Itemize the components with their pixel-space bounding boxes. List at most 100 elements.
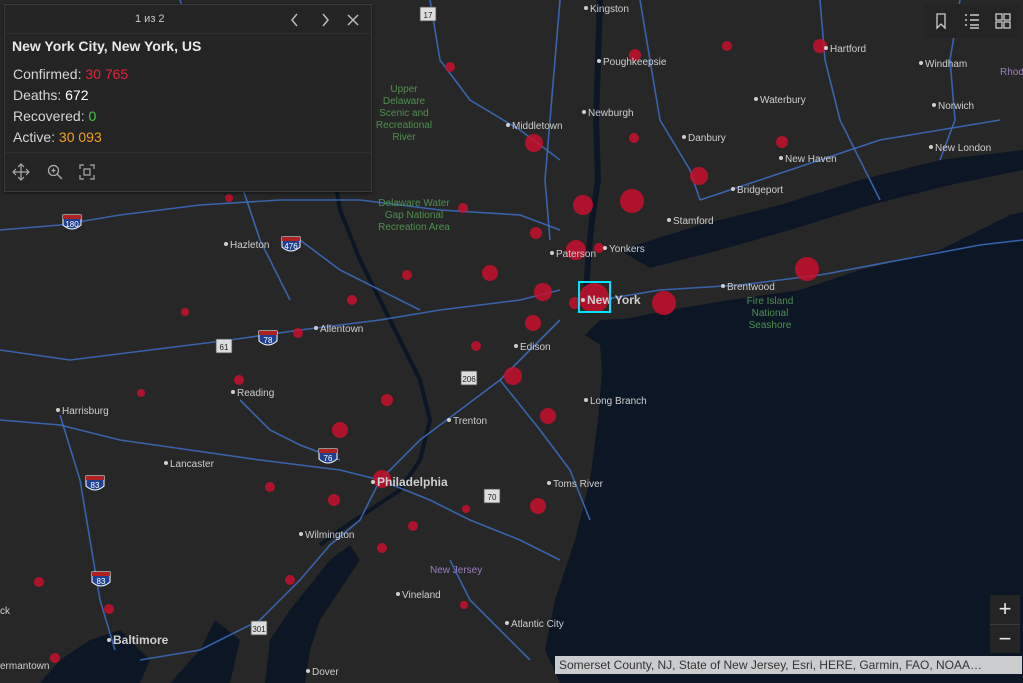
map-label: Atlantic City (511, 619, 564, 630)
case-marker (813, 39, 827, 53)
highway (0, 199, 561, 231)
map-label: Delaware Water Gap National Recreation Are… (378, 198, 450, 233)
feature-popup: 1 из 2 New York City, New York, US Confi… (4, 4, 372, 192)
city-dot (164, 461, 168, 465)
svg-text:78: 78 (264, 336, 273, 345)
city-dot (779, 156, 783, 160)
highway (639, 0, 701, 201)
case-marker (234, 375, 244, 385)
next-icon[interactable] (316, 11, 334, 29)
stat-label: Deaths: (13, 87, 62, 103)
zoom-control: + − (990, 595, 1020, 653)
city-dot (682, 135, 686, 139)
highway-shield: 78 (258, 330, 278, 346)
city-dot (731, 187, 735, 191)
map-label: Vineland (402, 590, 441, 601)
case-marker (34, 577, 44, 587)
case-marker (530, 498, 546, 514)
highway (499, 379, 591, 521)
case-marker (137, 389, 145, 397)
map-label: Long Branch (590, 396, 647, 407)
case-marker (462, 505, 470, 513)
stat-deaths: Deaths: 672 (13, 85, 363, 106)
city-dot (224, 242, 228, 246)
stat-label: Active: (13, 129, 56, 145)
popup-actions (5, 152, 371, 191)
city-dot (603, 246, 607, 250)
highway-shield: 476 (281, 236, 301, 252)
legend-list-icon[interactable] (963, 12, 981, 30)
case-marker (525, 134, 543, 152)
zoom-in-button[interactable]: + (990, 595, 1020, 623)
map-label: Hazleton (230, 240, 269, 251)
svg-text:206: 206 (462, 375, 476, 384)
city-dot (584, 6, 588, 10)
case-marker (377, 543, 387, 553)
popup-title: New York City, New York, US (12, 38, 202, 54)
zoom-to-icon[interactable] (46, 163, 64, 181)
case-marker (795, 257, 819, 281)
case-marker (104, 604, 114, 614)
highway-shield: 83 (85, 475, 105, 491)
city-dot (932, 103, 936, 107)
city-dot (581, 298, 585, 302)
highway (819, 0, 881, 201)
map-label: Trenton (453, 416, 487, 427)
case-marker (328, 494, 340, 506)
city-dot (371, 480, 375, 484)
case-marker (534, 283, 552, 301)
case-marker (293, 328, 303, 338)
highway-shield: 76 (318, 448, 338, 464)
case-marker (332, 422, 348, 438)
fullscreen-icon[interactable] (78, 163, 96, 181)
case-marker (620, 189, 644, 213)
stat-active: Active: 30 093 (13, 127, 363, 148)
city-dot (314, 326, 318, 330)
city-dot (754, 97, 758, 101)
city-dot (396, 592, 400, 596)
map-attribution: Somerset County, NJ, State of New Jersey… (555, 656, 1022, 674)
map-label: Edison (520, 342, 551, 353)
previous-icon[interactable] (286, 11, 304, 29)
map-label: Windham (925, 59, 967, 70)
case-marker (540, 408, 556, 424)
svg-text:17: 17 (424, 11, 433, 20)
highway-shield: 206 (460, 370, 478, 386)
map-label: Harrisburg (62, 406, 109, 417)
close-icon[interactable] (344, 11, 362, 29)
highway-shield: 70 (483, 488, 501, 504)
highway-shield: 180 (62, 214, 82, 230)
case-marker (347, 295, 357, 305)
case-marker (629, 133, 639, 143)
city-dot (824, 46, 828, 50)
map-label: Wilmington (305, 530, 354, 541)
city-dot (584, 398, 588, 402)
highway-shield: 17 (419, 6, 437, 22)
city-dot (597, 59, 601, 63)
case-marker (285, 575, 295, 585)
case-marker (525, 315, 541, 331)
city-dot (299, 532, 303, 536)
case-marker (504, 367, 522, 385)
city-dot (667, 218, 671, 222)
map-label: New Haven (785, 154, 837, 165)
case-marker (460, 601, 468, 609)
city-dot (107, 638, 111, 642)
highway (379, 479, 561, 561)
zoom-out-button[interactable]: − (990, 624, 1020, 653)
basemap-gallery-icon[interactable] (994, 12, 1012, 30)
map-label: Poughkeepsie (603, 57, 667, 68)
bookmark-icon[interactable] (932, 12, 950, 30)
pan-icon[interactable] (12, 163, 30, 181)
stat-label: Recovered: (13, 108, 85, 124)
case-marker (402, 270, 412, 280)
case-marker (776, 136, 788, 148)
map-label: Reading (237, 388, 274, 399)
case-marker (652, 291, 676, 315)
case-marker (50, 653, 60, 663)
svg-text:61: 61 (220, 343, 229, 352)
city-dot (505, 621, 509, 625)
case-marker (573, 195, 593, 215)
stat-recovered: Recovered: 0 (13, 106, 363, 127)
map-label: Philadelphia (377, 475, 448, 489)
